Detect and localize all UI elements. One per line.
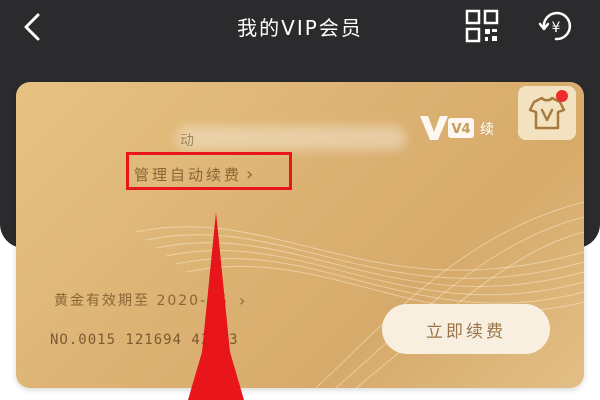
page-title: 我的VIP会员: [237, 16, 363, 40]
qr-code-icon[interactable]: [462, 6, 502, 46]
badge-suffix-text: 续: [480, 121, 494, 138]
yuan-refresh-icon[interactable]: ¥: [536, 6, 576, 46]
username-fragment: 动: [180, 133, 194, 149]
vip-level-badge: V4 续: [420, 116, 494, 140]
vip-card: 动 管理自动续费 › V4 续 黄金有效期至 2020-05 › NO.0015…: [16, 82, 584, 388]
blurred-username: [176, 126, 406, 150]
annotation-arrow-up-icon: [188, 212, 244, 400]
notification-dot: [556, 90, 568, 102]
renew-now-button[interactable]: 立即续费: [382, 304, 550, 354]
annotation-highlight-box: [126, 152, 292, 190]
badge-level-text: V4: [451, 122, 470, 137]
svg-text:¥: ¥: [552, 20, 561, 36]
